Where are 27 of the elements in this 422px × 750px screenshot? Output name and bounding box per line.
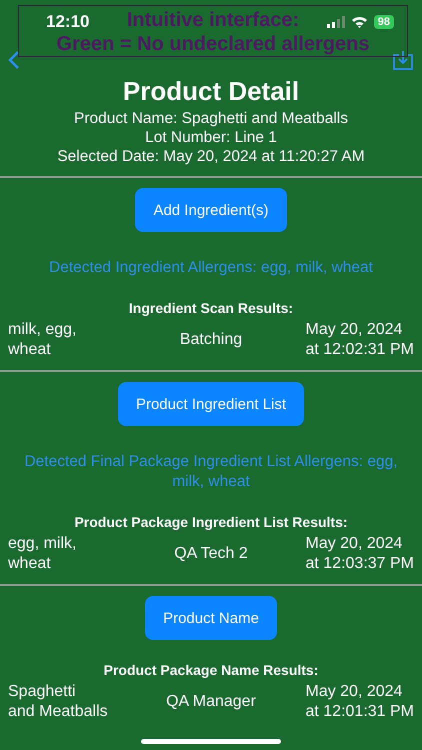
action-button[interactable]: Product Name [145,596,277,640]
product-info: Selected Date: May 20, 2024 at 11:20:27 AM [57,147,365,166]
action-button[interactable]: Product Ingredient List [118,382,304,426]
status-time: 12:10 [46,12,90,32]
page-title: Product Detail [122,76,300,107]
product-info: Lot Number: Line 1 [145,128,277,147]
result-item: Spaghetti and Meatballs [8,682,108,722]
result-date: May 20, 2024 at 12:02:31 PM [305,320,414,360]
result-user: Batching [180,330,242,350]
results-heading: Product Package Ingredient List Results: [74,514,348,530]
results-heading: Ingredient Scan Results: [128,300,294,316]
download-icon[interactable] [392,49,414,71]
result-date: May 20, 2024 at 12:01:31 PM [305,682,414,722]
result-item: egg, milk, wheat [8,534,76,574]
results-heading: Product Package Name Results: [104,662,318,678]
battery-level: 98 [374,15,394,29]
action-button[interactable]: Add Ingredient(s) [135,188,287,232]
result-user: QA Tech 2 [174,544,248,564]
result-item: milk, egg, wheat [8,320,76,360]
result-user: QA Manager [166,692,256,712]
back-icon[interactable] [8,50,20,70]
allergen-text: Detected Final Package Ingredient List Allergens: egg, milk, wheat [23,452,399,492]
result-date: May 20, 2024 at 12:03:37 PM [305,534,414,574]
signal-icon [326,16,345,28]
product-info: Product Name: Spaghetti and Meatballs [74,109,348,128]
wifi-icon [350,16,368,28]
allergen-text: Detected Ingredient Allergens: egg, milk, wheat [48,258,374,278]
